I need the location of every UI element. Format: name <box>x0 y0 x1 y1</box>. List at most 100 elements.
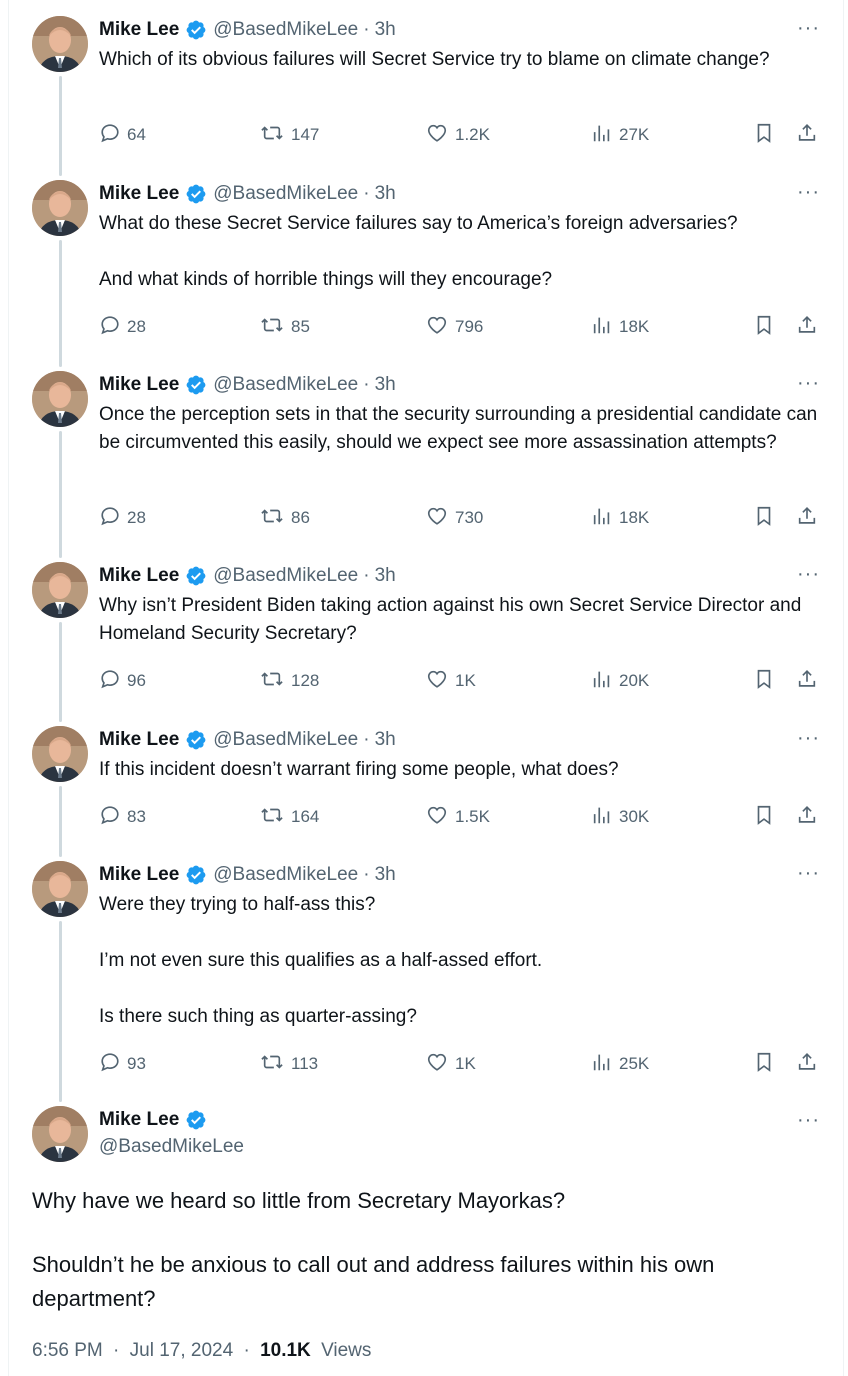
tweet-time[interactable]: 3h <box>375 19 396 41</box>
share-icon <box>796 313 824 342</box>
bookmark-button[interactable] <box>753 122 781 148</box>
reply-button[interactable]: 96 <box>99 668 146 694</box>
author-handle[interactable]: @BasedMikeLee <box>213 729 358 751</box>
retweet-count: 85 <box>291 317 310 336</box>
views-button[interactable]: 18K <box>591 505 649 531</box>
views-button[interactable]: 30K <box>591 804 649 830</box>
author-handle[interactable]: @BasedMikeLee <box>213 374 358 396</box>
avatar[interactable] <box>32 16 88 72</box>
tweet-time[interactable]: 3h <box>375 864 396 886</box>
avatar[interactable] <box>32 371 88 427</box>
retweet-button[interactable]: 86 <box>259 505 310 531</box>
verified-badge-icon <box>185 19 207 41</box>
author-name[interactable]: Mike Lee <box>99 1109 179 1131</box>
thread-connector-line <box>59 786 62 857</box>
share-button[interactable] <box>796 804 824 830</box>
more-options-icon[interactable]: ··· <box>797 1110 820 1130</box>
share-button[interactable] <box>796 505 824 531</box>
bookmark-button[interactable] <box>753 668 781 694</box>
views-button[interactable]: 18K <box>591 314 649 340</box>
author-handle[interactable]: @BasedMikeLee <box>213 183 358 205</box>
tweet-time[interactable]: 3h <box>375 183 396 205</box>
avatar[interactable] <box>32 726 88 782</box>
bookmark-button[interactable] <box>753 1051 781 1077</box>
tweet-time[interactable]: 6:56 PM <box>32 1340 103 1361</box>
like-count: 1K <box>455 1054 476 1073</box>
retweet-button[interactable]: 128 <box>259 668 319 694</box>
author-name[interactable]: Mike Lee <box>99 374 179 396</box>
like-button[interactable]: 1.5K <box>425 804 490 830</box>
retweet-button[interactable]: 164 <box>259 804 319 830</box>
avatar[interactable] <box>32 861 88 917</box>
share-button[interactable] <box>796 1051 824 1077</box>
more-options-icon[interactable]: ··· <box>797 863 820 883</box>
views-button[interactable]: 25K <box>591 1051 649 1077</box>
tweet-time[interactable]: 3h <box>375 565 396 587</box>
reply-button[interactable]: 93 <box>99 1051 146 1077</box>
tweet-text: Which of its obvious failures will Secre… <box>99 46 829 74</box>
views-button[interactable]: 27K <box>591 122 649 148</box>
avatar[interactable] <box>32 180 88 236</box>
analytics-icon <box>591 505 619 532</box>
retweet-icon <box>259 314 291 341</box>
author-name[interactable]: Mike Lee <box>99 729 179 751</box>
heart-icon <box>425 314 455 341</box>
reply-count: 93 <box>127 1054 146 1073</box>
tweet-header: Mike Lee @BasedMikeLee · 3h <box>99 374 396 396</box>
views-button[interactable]: 20K <box>591 668 649 694</box>
bookmark-button[interactable] <box>753 505 781 531</box>
tweet-time[interactable]: 3h <box>375 374 396 396</box>
reply-button[interactable]: 28 <box>99 505 146 531</box>
like-button[interactable]: 796 <box>425 314 483 340</box>
tweet-text: Were they trying to half-ass this? I’m no… <box>99 891 829 1031</box>
verified-badge-icon <box>185 1109 207 1131</box>
author-handle[interactable]: @BasedMikeLee <box>213 565 358 587</box>
bookmark-button[interactable] <box>753 804 781 830</box>
like-button[interactable]: 730 <box>425 505 483 531</box>
tweet-actions: 93 113 1K 25K <box>99 1051 829 1077</box>
author-name[interactable]: Mike Lee <box>99 864 179 886</box>
like-button[interactable]: 1K <box>425 668 476 694</box>
retweet-count: 147 <box>291 125 320 144</box>
heart-icon <box>425 1051 455 1078</box>
bookmark-button[interactable] <box>753 314 781 340</box>
author-handle[interactable]: @BasedMikeLee <box>99 1136 244 1158</box>
author-name-row[interactable]: Mike Lee <box>99 1106 213 1134</box>
share-button[interactable] <box>796 314 824 340</box>
like-button[interactable]: 1.2K <box>425 122 490 148</box>
verified-badge-icon <box>185 729 207 751</box>
tweet-text: If this incident doesn’t warrant firing … <box>99 756 829 784</box>
reply-button[interactable]: 28 <box>99 314 146 340</box>
views-count: 30K <box>619 807 650 826</box>
tweet-time[interactable]: 3h <box>375 729 396 751</box>
more-options-icon[interactable]: ··· <box>797 18 820 38</box>
share-button[interactable] <box>796 668 824 694</box>
share-icon <box>796 667 824 696</box>
like-button[interactable]: 1K <box>425 1051 476 1077</box>
retweet-button[interactable]: 147 <box>259 122 319 148</box>
more-options-icon[interactable]: ··· <box>797 564 820 584</box>
analytics-icon <box>591 1051 619 1078</box>
more-options-icon[interactable]: ··· <box>797 728 820 748</box>
tweet-paragraph: If this incident doesn’t warrant firing … <box>99 759 619 780</box>
thread-connector-line <box>59 622 62 722</box>
retweet-button[interactable]: 113 <box>259 1051 318 1077</box>
author-handle[interactable]: @BasedMikeLee <box>213 864 358 886</box>
thread-connector-line <box>59 240 62 367</box>
more-options-icon[interactable]: ··· <box>797 373 820 393</box>
author-handle[interactable]: @BasedMikeLee <box>213 19 358 41</box>
reply-button[interactable]: 64 <box>99 122 146 148</box>
share-button[interactable] <box>796 122 824 148</box>
author-name[interactable]: Mike Lee <box>99 19 179 41</box>
tweet-text: Once the perception sets in that the sec… <box>99 401 829 457</box>
tweet-date[interactable]: Jul 17, 2024 <box>130 1340 234 1361</box>
author-name[interactable]: Mike Lee <box>99 183 179 205</box>
author-name[interactable]: Mike Lee <box>99 565 179 587</box>
verified-badge-icon <box>185 864 207 886</box>
avatar[interactable] <box>32 1106 88 1162</box>
reply-button[interactable]: 83 <box>99 804 146 830</box>
more-options-icon[interactable]: ··· <box>797 182 820 202</box>
avatar[interactable] <box>32 562 88 618</box>
reply-count: 64 <box>127 125 146 144</box>
retweet-button[interactable]: 85 <box>259 314 310 340</box>
